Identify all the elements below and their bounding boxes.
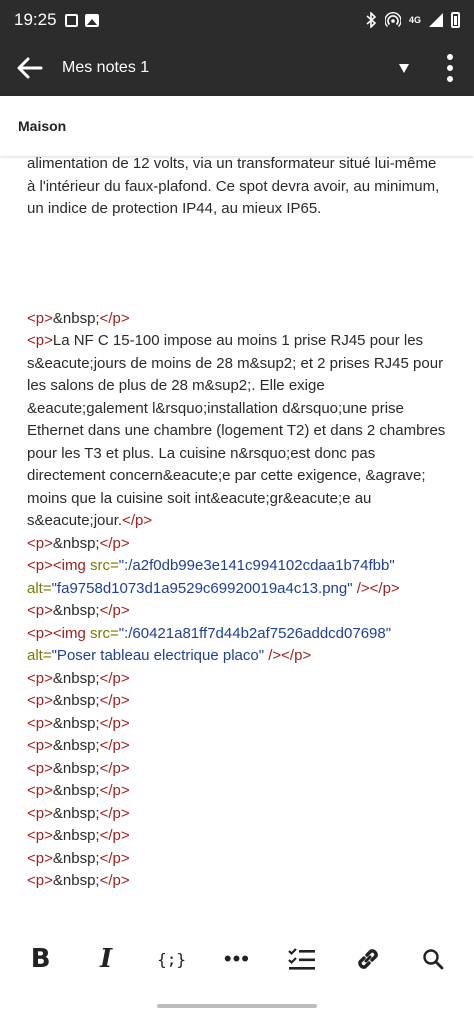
code-line: <p>&nbsp;</p>: [27, 309, 130, 327]
code-line: <p>&nbsp;</p>: [27, 692, 130, 709]
notification-square-icon: [64, 13, 78, 27]
format-toolbar: B I {;} •••: [0, 920, 474, 998]
code-line-img: <p><img src=":/60421a81ff7d44b2af7526add…: [27, 624, 392, 665]
bold-icon: B: [30, 944, 51, 974]
bold-button[interactable]: B: [17, 935, 65, 983]
battery-icon: [451, 12, 460, 28]
link-button[interactable]: [344, 935, 392, 983]
code-line: <p>&nbsp;</p>: [27, 669, 130, 687]
network-4g-icon: 4G: [408, 14, 421, 25]
code-line: <p>&nbsp;</p>: [27, 602, 130, 619]
search-button[interactable]: [409, 935, 457, 983]
code-line: <p>La NF C 15-100 impose au moins 1 pris…: [27, 332, 446, 529]
code-line-img: <p><img src=":/a2f0db99e3e141c994102cdaa…: [27, 557, 400, 597]
home-indicator[interactable]: [157, 1004, 317, 1008]
status-bar: 19:25 4G: [0, 0, 474, 40]
note-editor[interactable]: alimentation de 12 volts, via un transfo…: [0, 156, 474, 920]
code-line: <p>&nbsp;</p>: [27, 782, 130, 799]
more-format-button[interactable]: •••: [213, 935, 261, 983]
link-icon: [358, 949, 378, 969]
code-icon: {;}: [157, 949, 186, 969]
arrow-left-icon: [17, 57, 43, 79]
code-line: <p>&nbsp;</p>: [27, 737, 130, 754]
code-line: <p>&nbsp;</p>: [27, 714, 130, 732]
code-line: <p>&nbsp;</p>: [27, 827, 130, 844]
code-line: <p>&nbsp;</p>: [27, 534, 130, 552]
italic-icon: I: [100, 944, 113, 974]
note-title: Mes notes 1: [62, 59, 150, 76]
image-icon: [84, 13, 99, 27]
code-button[interactable]: {;}: [148, 935, 196, 983]
more-horizontal-icon: •••: [223, 946, 251, 971]
code-line: <p>&nbsp;</p>: [27, 759, 130, 777]
code-line: <p>&nbsp;</p>: [27, 804, 130, 822]
italic-button[interactable]: I: [82, 935, 130, 983]
paragraph-text: alimentation de 12 volts, via un transfo…: [27, 156, 440, 217]
signal-icon: [429, 13, 443, 27]
code-line: <p>&nbsp;</p>: [27, 872, 130, 889]
app-bar: Mes notes 1: [0, 40, 474, 96]
checklist-icon: [288, 948, 316, 970]
hotspot-icon: [384, 12, 401, 28]
notebook-dropdown-button[interactable]: [382, 40, 426, 96]
more-menu-button[interactable]: [426, 40, 474, 96]
more-vertical-icon: [447, 54, 453, 60]
search-icon: [423, 949, 444, 970]
status-time: 19:25: [14, 10, 57, 29]
folder-header: Maison: [0, 96, 474, 156]
html-source: <p>&nbsp;</p> <p>La NF C 15-100 impose a…: [27, 308, 447, 893]
back-button[interactable]: [0, 40, 60, 96]
bluetooth-icon: [366, 12, 377, 28]
folder-name: Maison: [18, 118, 67, 134]
code-line: <p>&nbsp;</p>: [27, 849, 130, 867]
checklist-button[interactable]: [278, 935, 326, 983]
